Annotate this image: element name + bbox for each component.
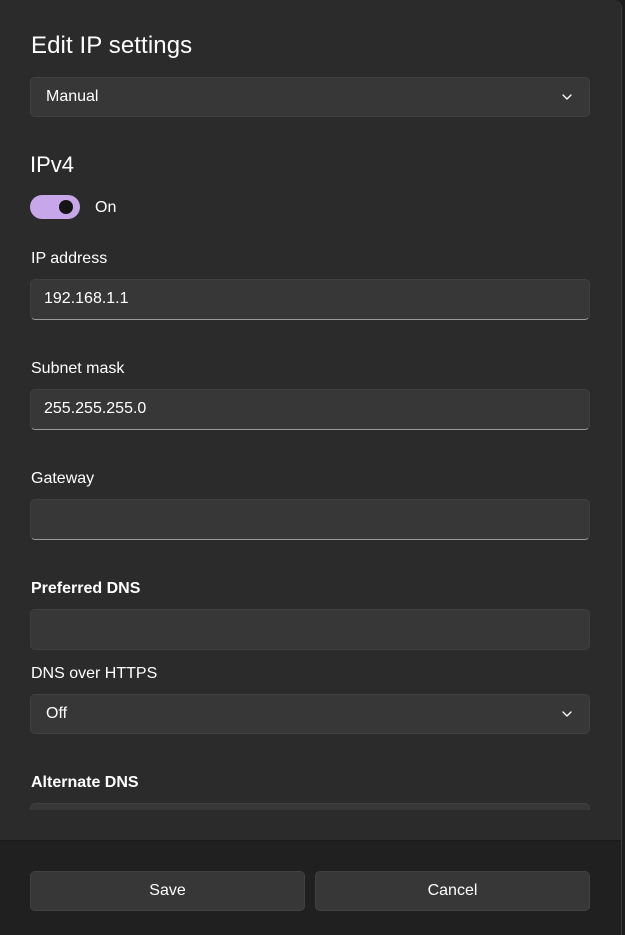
ipv4-toggle[interactable] (30, 195, 80, 219)
dns-over-https-value: Off (46, 705, 68, 722)
gateway-input[interactable] (30, 499, 590, 540)
dns-over-https-dropdown[interactable]: Off (30, 694, 590, 734)
chevron-down-icon (562, 711, 572, 717)
preferred-dns-input[interactable] (30, 609, 590, 650)
save-button[interactable]: Save (30, 871, 305, 911)
toggle-knob (59, 200, 73, 214)
chevron-down-icon (562, 94, 572, 100)
dialog-title: Edit IP settings (31, 32, 193, 59)
ipv4-heading: IPv4 (30, 152, 75, 177)
ipv4-toggle-label: On (95, 199, 117, 216)
dialog-content[interactable]: Edit IP settings Manual IPv4 On IP addre… (0, 0, 621, 810)
ip-mode-dropdown[interactable]: Manual (30, 77, 590, 117)
subnet-mask-value: 255.255.255.0 (44, 400, 147, 417)
ip-address-input[interactable]: 192.168.1.1 (30, 279, 590, 320)
ip-mode-value: Manual (46, 88, 99, 105)
subnet-mask-input[interactable]: 255.255.255.0 (30, 389, 590, 430)
preferred-dns-label: Preferred DNS (31, 580, 141, 597)
subnet-mask-label: Subnet mask (31, 360, 125, 377)
edit-ip-settings-dialog: Edit IP settings Manual IPv4 On IP addre… (0, 0, 622, 935)
gateway-label: Gateway (31, 470, 95, 487)
dns-over-https-label: DNS over HTTPS (31, 665, 158, 682)
cancel-button[interactable]: Cancel (315, 871, 590, 911)
alternate-dns-label: Alternate DNS (31, 774, 139, 791)
dialog-footer: Save Cancel (0, 840, 621, 935)
ip-address-value: 192.168.1.1 (44, 290, 129, 307)
ip-address-label: IP address (31, 250, 108, 267)
alternate-dns-input[interactable] (30, 803, 590, 810)
